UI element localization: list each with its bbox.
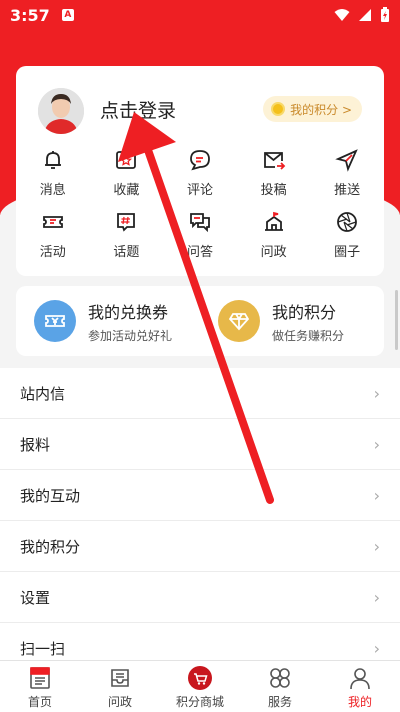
person-icon [350,668,370,690]
chevron-right-icon: › [373,434,380,454]
grid-item-push[interactable]: 推送 [310,146,384,208]
bell-icon [44,151,61,169]
chevron-right-icon: › [373,485,380,505]
grid-item-comments[interactable]: 评论 [163,146,237,208]
coupon-card: 我的兑换券 参加活动兑好礼 我的积分 做任务赚积分 [16,286,384,356]
coin-icon [271,102,286,116]
battery-icon [381,7,389,22]
grid-item-favorites[interactable]: 收藏 [90,146,164,208]
building-icon [264,211,283,231]
grid-item-messages[interactable]: 消息 [16,146,90,208]
grid-item-circles[interactable]: 圈子 [310,208,384,270]
ticket-icon [42,216,63,228]
avatar[interactable] [38,88,84,134]
inbox-icon [111,669,129,687]
star-box-icon [116,151,137,169]
wifi-icon [334,9,350,21]
login-link[interactable]: 点击登录 [100,96,176,123]
tab-politics[interactable]: 问政 [80,661,160,712]
mail-send-icon [263,152,285,170]
coupon-icon [34,300,76,342]
signal-icon [359,9,371,21]
grid-item-politics[interactable]: 问政 [237,208,311,270]
scrollbar[interactable] [395,290,398,350]
hashtag-icon [117,213,136,232]
cart-icon [188,666,212,690]
my-coupons-button[interactable]: 我的兑换券 参加活动兑好礼 [16,286,200,356]
grid-item-qa[interactable]: 问答 [163,208,237,270]
my-coupons-title: 我的兑换券 [88,302,169,322]
clover-icon [270,668,290,688]
tab-services[interactable]: 服务 [240,661,320,712]
feature-grid: 消息 收藏 评论 投稿 推送 活动 话题 问答 问政 圈子 [16,146,384,270]
my-coupons-subtitle: 参加活动兑好礼 [88,328,173,343]
bottom-tab-bar: 首页 问政 积分商城 服务 我的 [0,660,400,712]
my-points-button[interactable]: 我的积分 > [263,96,362,122]
aperture-icon [337,212,358,232]
diamond-icon [218,300,260,342]
chevron-right-icon: › [373,383,380,403]
grid-item-submit[interactable]: 投稿 [237,146,311,208]
qa-icon [190,213,210,233]
my-points-title: 我的积分 [272,302,337,322]
tab-points-mall[interactable]: 积分商城 [160,661,240,712]
profile-card: 点击登录 我的积分 > 消息 收藏 评论 投稿 推送 活动 话题 问答 问政 圈… [16,66,384,276]
comment-icon [190,150,210,171]
tab-mine[interactable]: 我的 [320,661,400,712]
menu-item-interactions[interactable]: 我的互动 › [0,470,400,521]
status-bar: 3:57 A [0,0,400,30]
chevron-right-icon: › [373,587,380,607]
send-icon [335,149,358,172]
settings-menu: 站内信 › 报料 › 我的互动 › 我的积分 › 设置 › 扫一扫 › [0,368,400,674]
grid-item-topics[interactable]: 话题 [90,208,164,270]
menu-item-points[interactable]: 我的积分 › [0,521,400,572]
my-points-card-button[interactable]: 我的积分 做任务赚积分 [200,286,384,356]
my-points-label: 我的积分 > [290,102,352,117]
chevron-right-icon: › [373,638,380,658]
status-time: 3:57 [10,5,50,25]
chevron-right-icon: › [373,536,380,556]
menu-item-inbox[interactable]: 站内信 › [0,368,400,419]
menu-item-settings[interactable]: 设置 › [0,572,400,623]
tab-home[interactable]: 首页 [0,661,80,712]
menu-item-report[interactable]: 报料 › [0,419,400,470]
my-points-subtitle: 做任务赚积分 [272,328,345,343]
notification-badge: A [61,9,74,21]
news-icon [30,667,50,689]
grid-item-activities[interactable]: 活动 [16,208,90,270]
